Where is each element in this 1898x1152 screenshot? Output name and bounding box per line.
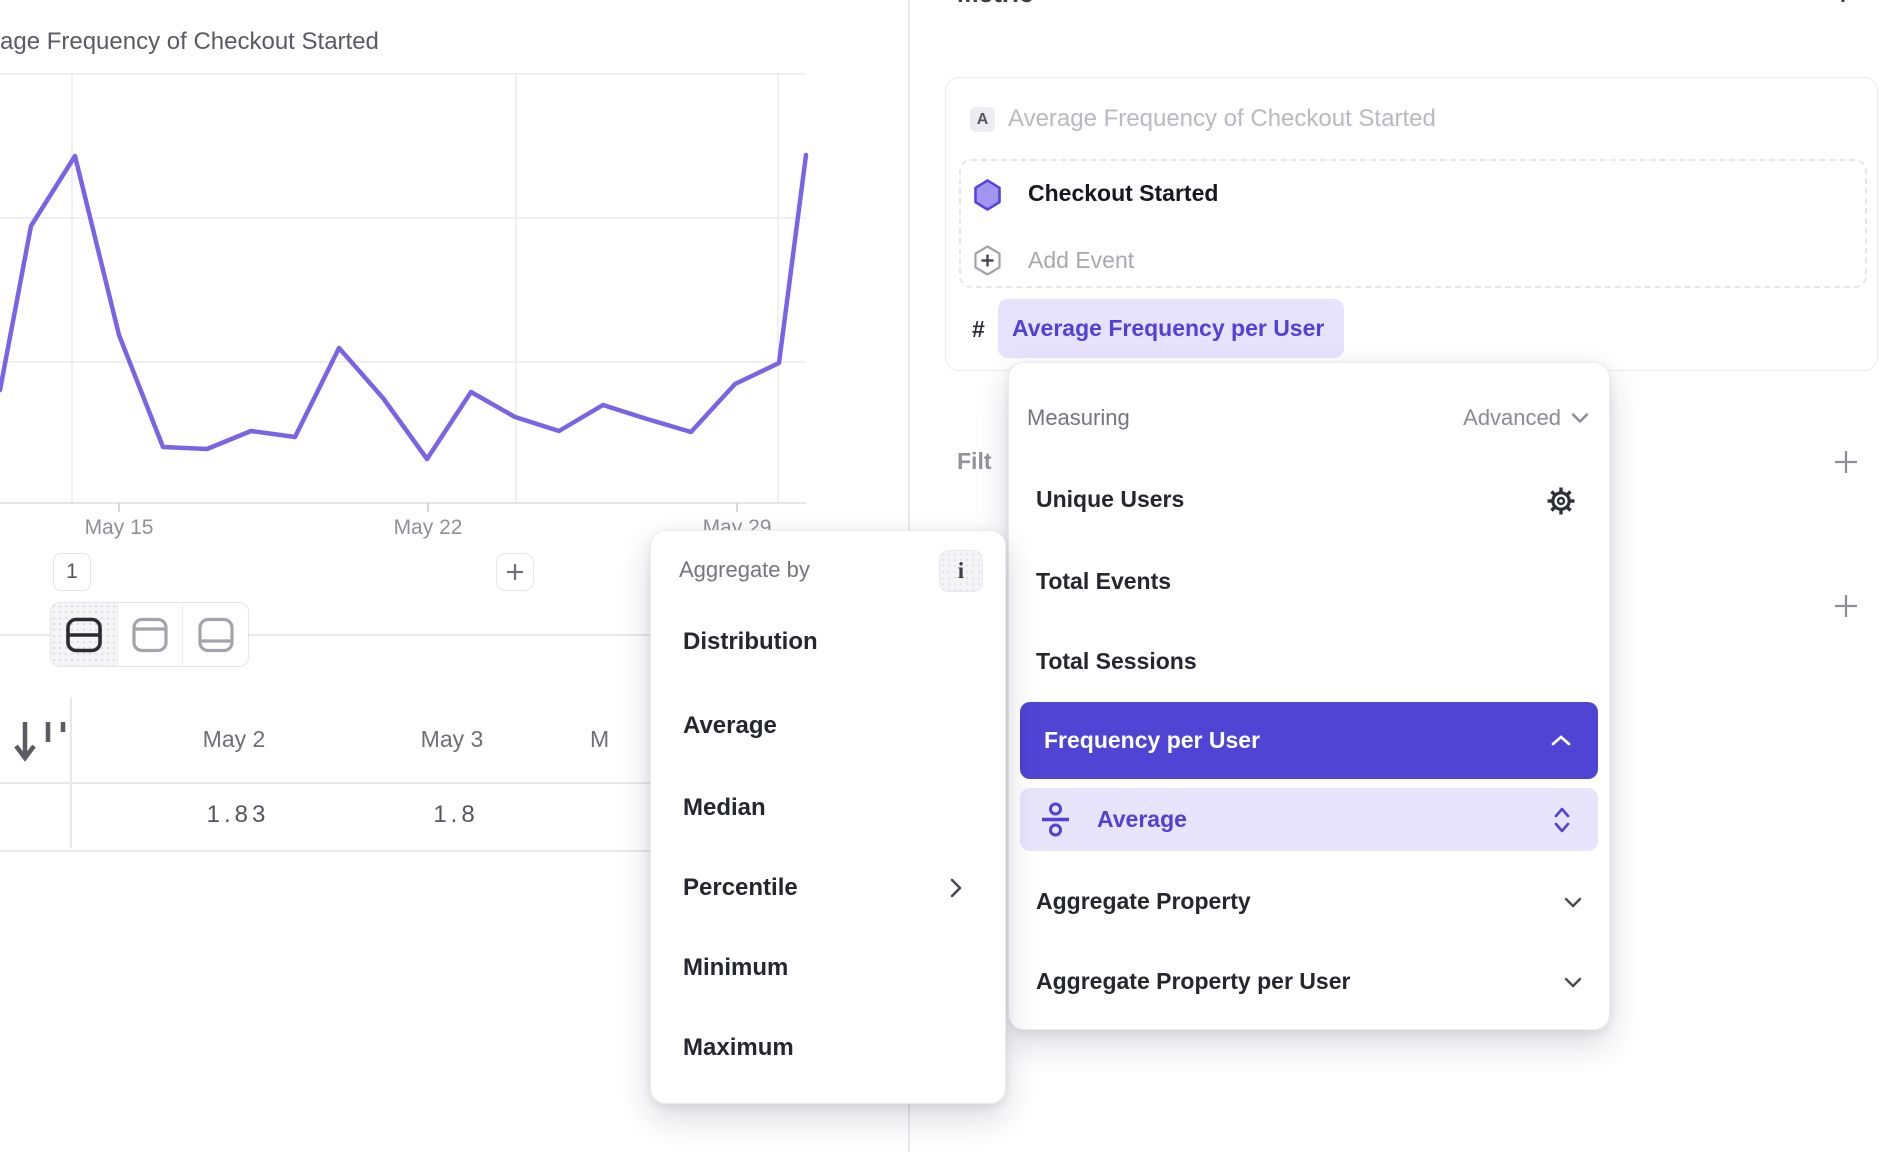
selected-item-label: Frequency per User [1044,727,1260,754]
add-filter-button[interactable] [1833,449,1859,475]
view-toggle-table[interactable] [182,603,248,666]
measurement-dropdown[interactable]: Average Frequency per User [998,299,1344,358]
sort-descending-icon[interactable] [10,718,74,764]
add-event-icon[interactable] [973,245,1002,276]
measuring-dropdown-menu: Measuring Advanced Unique Users Total Ev… [1008,362,1610,1030]
filter-section-heading: Filt [957,448,992,475]
menu-item-unique-users[interactable]: Unique Users [1036,486,1184,513]
chart-view-icon [131,617,169,653]
view-toggle-chart[interactable] [117,603,183,666]
menu-item-percentile[interactable]: Percentile [683,874,798,902]
menu-item-aggregate-property[interactable]: Aggregate Property [1036,888,1251,915]
measuring-header: Measuring [1027,405,1130,431]
menu-item-frequency-per-user[interactable]: Frequency per User [1020,702,1598,779]
metric-section-heading: Metric [957,0,1034,9]
series-count-label: 1 [66,560,78,584]
menu-item-average[interactable]: Average [683,712,777,740]
analytics-app: age Frequency of Checkout Started May 15… [0,0,1898,1152]
chevron-up-icon [1550,734,1572,747]
x-tick-label: May 15 [71,516,167,540]
menu-subitem-average[interactable]: Average [1020,788,1598,851]
add-annotation-button[interactable] [496,553,534,591]
view-toggle-group [50,602,249,667]
frequency-chart [0,0,908,545]
table-column-divider [70,697,72,848]
aggregate-by-dropdown-menu: Aggregate by i Distribution Average Medi… [650,530,1006,1104]
table-cell-may2: 1.83 [124,801,352,829]
table-header-may3[interactable]: May 3 [338,726,566,753]
table-cell-summary: 1.9 [0,801,44,829]
metric-name-input[interactable]: Average Frequency of Checkout Started [1008,105,1436,133]
chevron-down-icon[interactable] [1563,976,1583,989]
view-toggle-split[interactable] [51,603,117,666]
table-cell-may3: 1.8 [342,801,570,829]
add-breakdown-button[interactable] [1833,593,1859,619]
x-tick-label: May 22 [380,516,476,540]
chevron-down-icon [1571,412,1589,424]
info-icon[interactable]: i [939,550,983,592]
aggregate-by-header: Aggregate by [679,557,810,583]
event-hexagon-icon [973,179,1002,211]
split-view-icon [65,617,103,653]
table-view-icon [197,617,235,653]
event-group-card: Checkout Started Add Event [959,159,1867,288]
add-metric-button[interactable] [1830,0,1856,4]
frequency-line-series[interactable] [0,155,806,459]
table-header-may2[interactable]: May 2 [120,726,348,753]
add-event-button[interactable]: Add Event [1028,247,1134,274]
chevron-up-down-icon [1552,804,1572,836]
chevron-right-icon [949,877,963,899]
numeric-badge: # [972,316,985,343]
series-count-chip[interactable]: 1 [53,553,91,591]
event-name[interactable]: Checkout Started [1028,180,1218,207]
menu-item-median[interactable]: Median [683,794,766,822]
plus-icon [505,562,525,582]
chevron-down-icon[interactable] [1563,896,1583,909]
menu-item-total-events[interactable]: Total Events [1036,568,1171,595]
menu-item-distribution[interactable]: Distribution [683,628,818,656]
menu-item-total-sessions[interactable]: Total Sessions [1036,648,1197,675]
menu-item-minimum[interactable]: Minimum [683,954,788,982]
measurement-label: Average Frequency per User [1012,315,1324,342]
info-glyph: i [958,558,964,584]
menu-item-aggregate-property-per-user[interactable]: Aggregate Property per User [1036,968,1350,995]
metric-card: A Average Frequency of Checkout Started … [945,77,1878,371]
menu-item-maximum[interactable]: Maximum [683,1034,794,1062]
sub-item-label: Average [1097,806,1187,833]
advanced-label: Advanced [1463,405,1561,431]
advanced-mode-toggle[interactable]: Advanced [1463,405,1589,431]
metric-letter-badge: A [970,107,995,132]
gear-icon[interactable] [1546,486,1576,516]
average-divide-icon [1040,802,1071,837]
